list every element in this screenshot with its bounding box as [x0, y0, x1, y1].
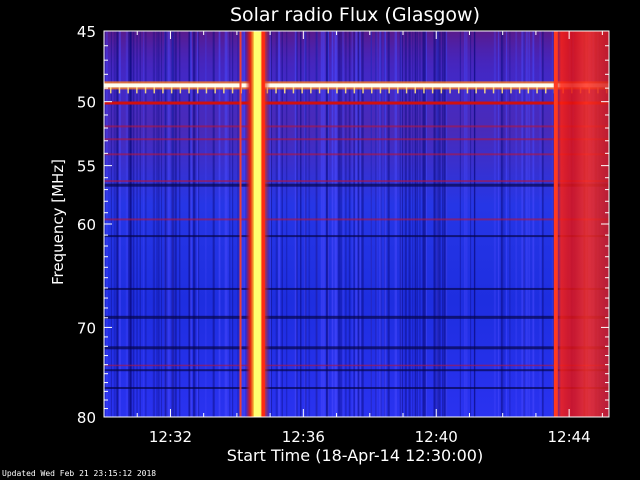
red-band: [104, 218, 609, 221]
interference-spike: [405, 87, 408, 94]
interference-spike: [475, 87, 477, 94]
dark-band: [104, 287, 609, 290]
interference-spike: [197, 87, 199, 94]
interference-spike: [458, 87, 460, 94]
interference-spike: [275, 87, 277, 94]
y-tick-label: 45: [77, 23, 96, 41]
interference-spike: [336, 87, 338, 94]
interference-spike: [188, 87, 190, 94]
interference-spike: [440, 87, 443, 94]
x-tick-label: 12:44: [548, 428, 591, 446]
interference-spike: [371, 87, 373, 94]
interference-spike: [423, 87, 425, 94]
interference-spike: [466, 87, 469, 94]
burst-core: [553, 31, 558, 417]
burst-precursor: [239, 31, 242, 417]
y-tick-label: 55: [77, 158, 96, 176]
interference-spike: [118, 87, 121, 94]
interference-spike: [397, 87, 399, 94]
footer-updated: Updated Wed Feb 21 23:15:12 2018: [2, 469, 157, 478]
interference-spike: [362, 87, 364, 94]
interference-spike: [153, 87, 155, 94]
interference-spike: [414, 87, 416, 94]
interference-spike: [484, 87, 486, 94]
y-axis-label: Frequency [MHz]: [49, 159, 67, 285]
dark-band: [104, 346, 609, 350]
interference-spike: [179, 87, 182, 94]
x-tick-label: 12:40: [415, 428, 458, 446]
interference-spike: [292, 87, 295, 94]
interference-spike: [545, 87, 547, 94]
interference-spike: [379, 87, 382, 94]
interference-spike: [127, 87, 129, 94]
interference-spike: [170, 87, 173, 94]
interference-spike: [527, 87, 530, 94]
red-band: [104, 138, 609, 141]
red-band: [104, 364, 609, 367]
interference-spike: [492, 87, 495, 94]
interference-spike: [223, 87, 225, 94]
interference-spike: [205, 87, 208, 94]
interference-spike: [449, 87, 451, 94]
x-tick-label: 12:36: [282, 428, 325, 446]
dark-band: [104, 315, 609, 319]
interference-spike: [501, 87, 503, 94]
interference-spike: [353, 87, 356, 94]
dark-band: [104, 369, 609, 372]
interference-spike: [536, 87, 538, 94]
interference-spike: [327, 87, 329, 94]
interference-spike: [136, 87, 138, 94]
interference-spike: [110, 87, 112, 94]
x-tick-label: 12:32: [149, 428, 192, 446]
y-tick-label: 80: [77, 409, 96, 427]
burst: [552, 31, 609, 417]
red-band: [104, 180, 609, 183]
interference-spike: [284, 87, 286, 94]
interference-spike: [388, 87, 390, 94]
interference-spike: [310, 87, 312, 94]
interference-spike: [344, 87, 347, 94]
interference-spike: [318, 87, 321, 94]
interference-line: [104, 101, 609, 105]
interference-spike: [510, 87, 512, 94]
interference-spike: [214, 87, 216, 94]
interference-spike: [144, 87, 147, 94]
red-band: [104, 153, 609, 156]
interference-spike: [518, 87, 521, 94]
interference-line: [104, 83, 609, 88]
chart-title: Solar radio Flux (Glasgow): [230, 4, 480, 26]
chart: Solar radio Flux (Glasgow) 12:32 12:36 12:…: [49, 4, 610, 465]
dark-band: [104, 183, 609, 187]
red-band: [104, 125, 609, 128]
y-tick-label: 60: [77, 216, 96, 234]
plot-area: [104, 31, 609, 417]
burst-edge: [261, 31, 265, 417]
y-tick-label: 70: [77, 319, 96, 337]
interference-spike: [162, 87, 164, 94]
interference-spike: [231, 87, 234, 94]
burst-core: [253, 31, 261, 417]
dark-band: [104, 235, 609, 238]
y-tick-label: 50: [77, 94, 96, 112]
dark-band: [104, 386, 609, 389]
interference-spike: [431, 87, 434, 94]
interference-spike: [301, 87, 303, 94]
x-axis-label: Start Time (18-Apr-14 12:30:00): [227, 446, 483, 465]
